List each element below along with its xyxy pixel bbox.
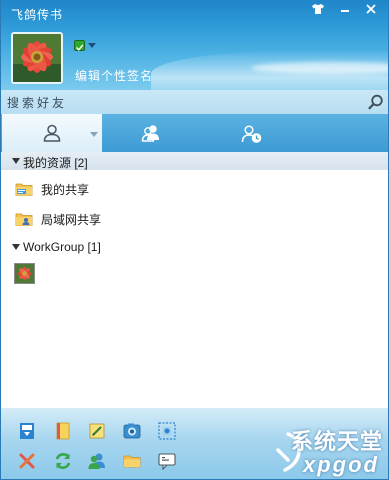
watermark-en: xpgod <box>303 452 379 477</box>
group-header-workgroup[interactable]: WorkGroup [1] <box>1 238 388 256</box>
flower-avatar-icon <box>14 263 35 284</box>
search-input[interactable]: 搜索好友 <box>7 94 67 111</box>
tab-bar <box>0 114 389 152</box>
users-button[interactable] <box>87 451 107 471</box>
list-item-my-share[interactable]: 我的共享 <box>1 175 388 203</box>
import-button[interactable] <box>17 421 37 441</box>
group-label: 我的资源 [2] <box>23 156 88 170</box>
close-button[interactable] <box>359 0 383 18</box>
message-icon <box>158 453 176 471</box>
tab-groups[interactable] <box>101 114 201 152</box>
tools-icon <box>19 453 35 469</box>
status-dropdown-icon[interactable] <box>88 43 96 48</box>
list-item-workgroup-member[interactable] <box>1 260 388 288</box>
screenshot-icon <box>123 423 141 439</box>
users-icon <box>88 453 105 469</box>
search-icon[interactable] <box>367 93 385 111</box>
chevron-down-icon[interactable] <box>90 132 98 137</box>
shirt-icon <box>312 4 324 14</box>
import-icon <box>20 423 34 439</box>
minimize-icon <box>341 10 349 12</box>
lan-folder-icon <box>15 213 33 226</box>
scan-button[interactable] <box>157 421 177 441</box>
chevron-down-icon[interactable] <box>12 244 20 250</box>
group-header-my-resources[interactable]: 我的资源 [2] <box>1 152 388 170</box>
message-button[interactable] <box>157 451 177 471</box>
signature-edit[interactable]: 编辑个性签名 <box>75 67 153 84</box>
bottom-toolbar: 系统天堂 xpgod <box>0 408 389 480</box>
status-online-indicator[interactable] <box>74 40 85 51</box>
tab-recent[interactable] <box>201 114 301 152</box>
chevron-down-icon[interactable] <box>12 158 20 164</box>
refresh-button[interactable] <box>53 451 73 471</box>
minimize-button[interactable] <box>333 0 357 18</box>
list-item-label: 局域网共享 <box>41 213 102 227</box>
notebook-icon <box>56 422 70 440</box>
refresh-icon <box>55 453 71 469</box>
group-icon <box>141 125 159 142</box>
person-icon <box>43 124 61 142</box>
notebook-button[interactable] <box>53 421 73 441</box>
search-bar[interactable]: 搜索好友 <box>0 90 389 114</box>
edit-note-button[interactable] <box>87 421 107 441</box>
list-item-lan-share[interactable]: 局域网共享 <box>1 205 388 233</box>
folder-icon <box>123 455 141 468</box>
flower-photo-icon <box>13 34 61 82</box>
close-icon <box>366 4 376 14</box>
clock-person-icon <box>241 125 262 143</box>
edit-note-icon <box>89 423 105 439</box>
watermark: 系统天堂 xpgod <box>273 422 388 479</box>
folder-button[interactable] <box>122 451 142 471</box>
tools-button[interactable] <box>17 451 37 471</box>
scan-icon <box>158 422 176 440</box>
app-title: 飞鸽传书 <box>11 8 64 22</box>
check-icon <box>76 44 84 51</box>
list-item-label: 我的共享 <box>41 183 90 197</box>
shared-folder-icon <box>15 183 33 196</box>
avatar[interactable] <box>11 32 63 84</box>
screenshot-button[interactable] <box>122 421 142 441</box>
skin-button[interactable] <box>306 0 330 18</box>
group-label: WorkGroup [1] <box>23 240 101 254</box>
tab-contacts[interactable] <box>2 114 102 152</box>
header: 飞鸽传书 编辑个性签名 <box>0 0 389 90</box>
contact-list: 我的资源 [2] 我的共享 局域网共享 WorkGroup [1] <box>0 152 389 408</box>
